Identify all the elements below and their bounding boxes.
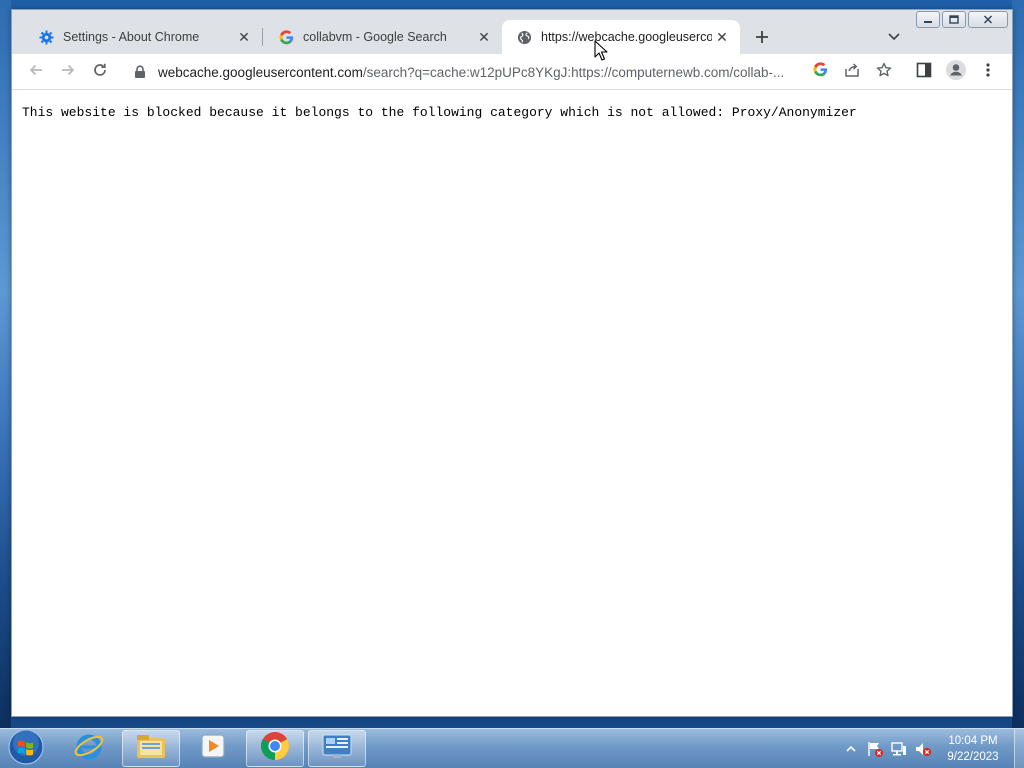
internet-explorer-icon [73,730,105,767]
tab-title: Settings - About Chrome [63,30,200,44]
menu-button[interactable] [974,58,1002,86]
side-panel-icon [916,62,932,83]
system-tray [842,729,938,768]
side-panel-button[interactable] [910,58,938,86]
url-path: /search?q=cache:w12pUPc8YKgJ:https://com… [362,64,785,80]
window-controls [916,11,1010,29]
taskbar-chrome[interactable] [246,730,304,767]
chrome-icon [260,731,290,766]
control-panel-icon [321,732,353,765]
minimize-button[interactable] [916,11,940,28]
back-button[interactable] [22,58,50,86]
tab-title: https://webcache.googleusercon [541,30,712,44]
chrome-window: Settings - About Chrome ✕ collabvm - Goo… [11,9,1013,717]
page-content: This website is blocked because it belon… [12,91,1012,716]
clock-time: 10:04 PM [948,735,998,747]
tab-settings-about-chrome[interactable]: Settings - About Chrome ✕ [24,20,262,54]
close-tab-icon[interactable]: ✕ [712,27,732,47]
google-g-icon [812,62,828,82]
restore-button[interactable] [942,11,966,28]
back-arrow-icon [28,62,44,83]
avatar-icon [946,59,966,85]
desktop-background-right [1012,0,1024,728]
share-icon [844,62,860,83]
google-lens-button[interactable] [806,58,834,86]
taskbar-media-player[interactable] [184,730,242,767]
taskbar: 10:04 PM 9/22/2023 [0,728,1024,768]
google-g-icon [278,29,294,45]
share-button[interactable] [838,58,866,86]
blocked-message: This website is blocked because it belon… [22,105,857,120]
close-tab-icon[interactable]: ✕ [474,27,494,47]
new-tab-button[interactable] [750,25,774,49]
media-player-icon [199,732,227,765]
close-window-button[interactable] [968,11,1008,28]
chevron-down-icon [888,28,900,46]
url-host: webcache.googleusercontent.com [158,64,363,80]
tab-webcache-active[interactable]: https://webcache.googleusercon ✕ [502,20,740,54]
reload-button[interactable] [86,58,114,86]
tab-collabvm-google-search[interactable]: collabvm - Google Search ✕ [264,20,502,54]
taskbar-file-explorer[interactable] [122,730,180,767]
action-center-flag-icon[interactable] [866,740,884,758]
forward-arrow-icon [60,62,76,83]
desktop-background-left [0,0,11,728]
tab-search-button[interactable] [882,25,906,49]
url-text: webcache.googleusercontent.com/search?q=… [158,65,798,80]
mouse-cursor-icon [594,40,608,62]
kebab-menu-icon [986,62,990,83]
forward-button[interactable] [54,58,82,86]
tab-separator [262,28,263,46]
show-desktop-button[interactable] [1014,729,1024,768]
reload-icon [92,62,108,83]
volume-muted-icon[interactable] [914,740,932,758]
windows-orb-icon [8,728,44,768]
tab-strip: Settings - About Chrome ✕ collabvm - Goo… [12,10,1012,54]
close-tab-icon[interactable]: ✕ [234,27,254,47]
star-icon [876,62,892,83]
gear-icon [38,29,54,45]
browser-toolbar: webcache.googleusercontent.com/search?q=… [12,54,1012,90]
file-explorer-icon [135,732,167,765]
address-bar[interactable]: webcache.googleusercontent.com/search?q=… [124,58,852,86]
clock-date: 9/22/2023 [947,751,999,763]
globe-icon [516,29,532,45]
taskbar-clock[interactable]: 10:04 PM 9/22/2023 [938,733,1008,765]
taskbar-internet-explorer[interactable] [60,730,118,767]
start-button[interactable] [6,728,46,768]
tab-title: collabvm - Google Search [303,30,447,44]
show-hidden-icons-button[interactable] [842,740,860,758]
lock-icon[interactable] [134,65,148,79]
taskbar-control-panel[interactable] [308,730,366,767]
network-icon[interactable] [890,740,908,758]
bookmark-button[interactable] [870,58,898,86]
profile-button[interactable] [942,58,970,86]
